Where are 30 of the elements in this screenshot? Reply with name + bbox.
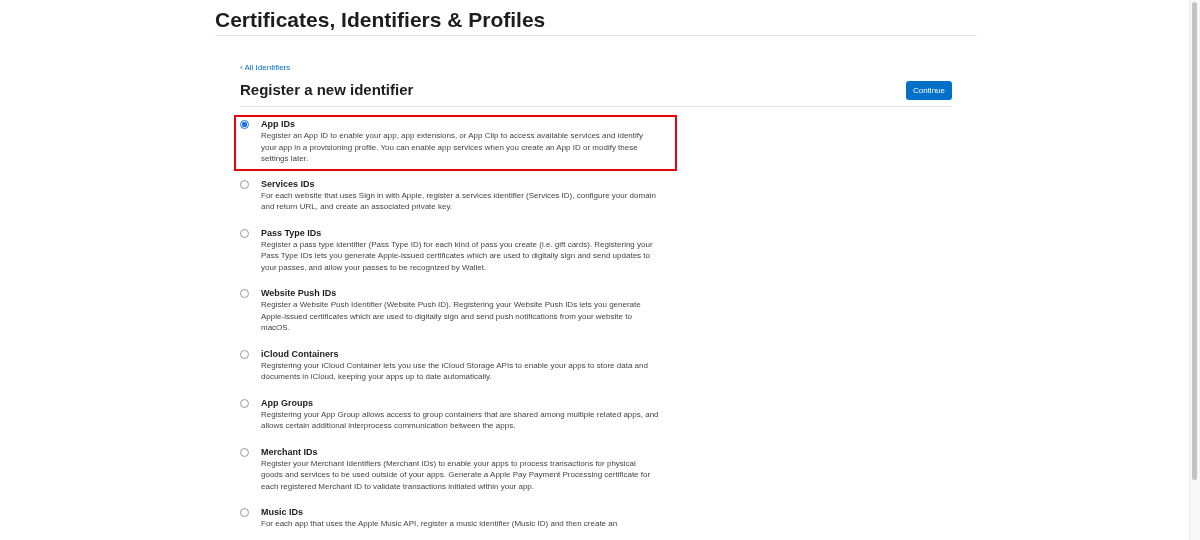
radio-button[interactable] [240,349,249,359]
option-title: iCloud Containers [261,347,340,360]
radio-button[interactable] [240,447,249,457]
option-title: Merchant IDs [261,445,319,458]
option-title: Services IDs [261,177,316,190]
page-title: Certificates, Identifiers & Profiles [215,8,547,32]
option-title: Website Push IDs [261,287,338,299]
scrollbar[interactable] [1189,0,1200,540]
option-description: Registering your App Group allows access to group containers that are shared among multiple related apps, and allows certain additional interprocess communication between the apps. [261,408,659,432]
option-description: Register your Merchant Identifiers (Merchant IDs) to enable your apps to process transactions for physical goods and services to be used outside of your apps. Generate a Apple Pay Payment Processing certificate for each registered Merchant ID to validate transactions initiated within your app. [261,457,652,492]
option-description: Register an App ID to enable your app, app extensions, or App Clip to access available services and identify your app in a provisioning profile. You can enable app services when you create an App ID or modify these settings later. [261,130,644,165]
option-description: Registering your iCloud Container lets you use the iCloud Storage APIs to enable your apps to store data and documents in iCloud, keeping your apps up to date automatically. [261,359,649,383]
option-title: App IDs [261,118,296,130]
continue-button[interactable]: Continue [905,80,952,100]
radio-button[interactable] [240,508,249,517]
option-description: Register a Website Push Identifier (Website Push ID). Registering your Website Push IDs lets you generate Apple-issued certificates which are used to digitally sign and send push notifications from your website to macOS. [261,299,642,334]
radio-button[interactable] [240,228,249,238]
option-title: Music IDs [261,506,304,518]
radio-button[interactable] [240,120,249,129]
scrollbar-thumb[interactable] [1192,2,1197,480]
radio-button[interactable] [240,289,249,298]
option-title: Pass Type IDs [261,226,323,239]
back-link[interactable]: ‹ All Identifiers [240,63,291,73]
option-description: For each website that uses Sign in with Apple, register a services identifier (Services ID), configure your domain and return URL, and create an associated private key. [261,189,657,213]
radio-button[interactable] [240,398,249,408]
option-description: Register a pass type identifier (Pass Type ID) for each kind of pass you create (i.e. gift cards). Registering your Pass Type IDs lets you generate Apple-issued certificates which are used to digitally sign and send updates to your passes, and allow your passes to be recognized by Wallet. [261,238,654,273]
section-heading: Register a new identifier [240,80,414,100]
option-title: App Groups [261,396,314,409]
radio-button[interactable] [240,179,249,189]
option-description: For each app that uses the Apple Music API, register a music identifier (Music ID) and then create an [261,518,619,530]
